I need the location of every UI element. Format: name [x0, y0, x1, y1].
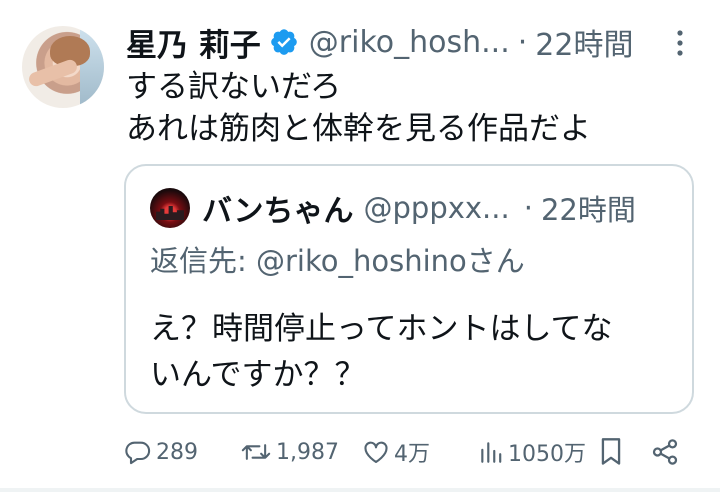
- views-bar-chart-icon: [481, 442, 502, 463]
- retweet-count: 1,987: [276, 439, 339, 465]
- reply-prefix: 返信先:: [150, 244, 256, 278]
- quoted-tweet[interactable]: バンちゃん @pppxx... · 22時間 返信先: @riko_hoshin…: [124, 164, 694, 414]
- like-count: 4万: [394, 442, 430, 467]
- retweet-icon: [241, 444, 271, 460]
- quoted-tweet-timestamp: 22時間: [540, 193, 636, 227]
- views-count: 1050万: [508, 442, 586, 467]
- quoted-text-line: え？時間停止ってホントはしてな: [150, 311, 613, 347]
- author-name[interactable]: 星乃 莉子: [126, 20, 261, 65]
- tweet-text-line: あれは筋肉と体幹を見る作品だよ: [126, 111, 591, 147]
- tweet-card[interactable]: 星乃 莉子 @riko_hosh... · 22時間 する訳ないだろ あれは筋肉…: [0, 0, 720, 492]
- bookmark-button[interactable]: [598, 432, 624, 472]
- reply-button[interactable]: 289: [124, 432, 198, 472]
- quoted-tweet-text: え？時間停止ってホントはしてな いんですか？？: [150, 306, 613, 398]
- tweet-text-line: する訳ないだろ: [126, 69, 342, 105]
- author-avatar[interactable]: [22, 26, 104, 108]
- quoted-author-name: バンちゃん: [202, 194, 354, 229]
- quoted-author-avatar: [150, 188, 190, 228]
- reply-count: 289: [156, 439, 198, 465]
- share-button[interactable]: [650, 432, 680, 472]
- tweet-timestamp[interactable]: 22時間: [535, 20, 633, 64]
- quoted-header-separator: ·: [523, 191, 533, 225]
- quoted-author-handle: @pppxx...: [363, 191, 510, 225]
- views-button[interactable]: 1050万: [478, 432, 586, 472]
- share-icon: [652, 439, 678, 465]
- heart-icon: [364, 441, 388, 463]
- avatar-arm: [27, 57, 79, 89]
- retweet-button[interactable]: 1,987: [240, 432, 339, 472]
- more-vertical-icon[interactable]: [668, 26, 692, 60]
- quoted-text-line: いんですか？？: [150, 357, 366, 393]
- avatar-background: [80, 26, 104, 108]
- bookmark-icon: [601, 438, 621, 465]
- quoted-tweet-header: バンちゃん @pppxx... · 22時間: [202, 186, 636, 230]
- reply-icon: [125, 441, 151, 465]
- tweet-header: 星乃 莉子 @riko_hosh... · 22時間: [126, 18, 633, 66]
- verified-badge-icon: [269, 27, 299, 57]
- reply-mention: @riko_hoshino: [256, 244, 467, 278]
- author-handle[interactable]: @riko_hosh...: [309, 25, 510, 60]
- like-button[interactable]: 4万: [362, 432, 430, 472]
- reply-suffix: さん: [466, 244, 525, 278]
- action-bar: 289 1,987 4万 1050万: [124, 432, 694, 472]
- divider: [0, 488, 720, 492]
- header-separator: ·: [517, 24, 528, 60]
- reply-context: 返信先: @riko_hoshinoさん: [150, 238, 525, 280]
- tweet-text: する訳ないだろ あれは筋肉と体幹を見る作品だよ: [126, 66, 591, 150]
- avatar-skyline: [156, 206, 184, 220]
